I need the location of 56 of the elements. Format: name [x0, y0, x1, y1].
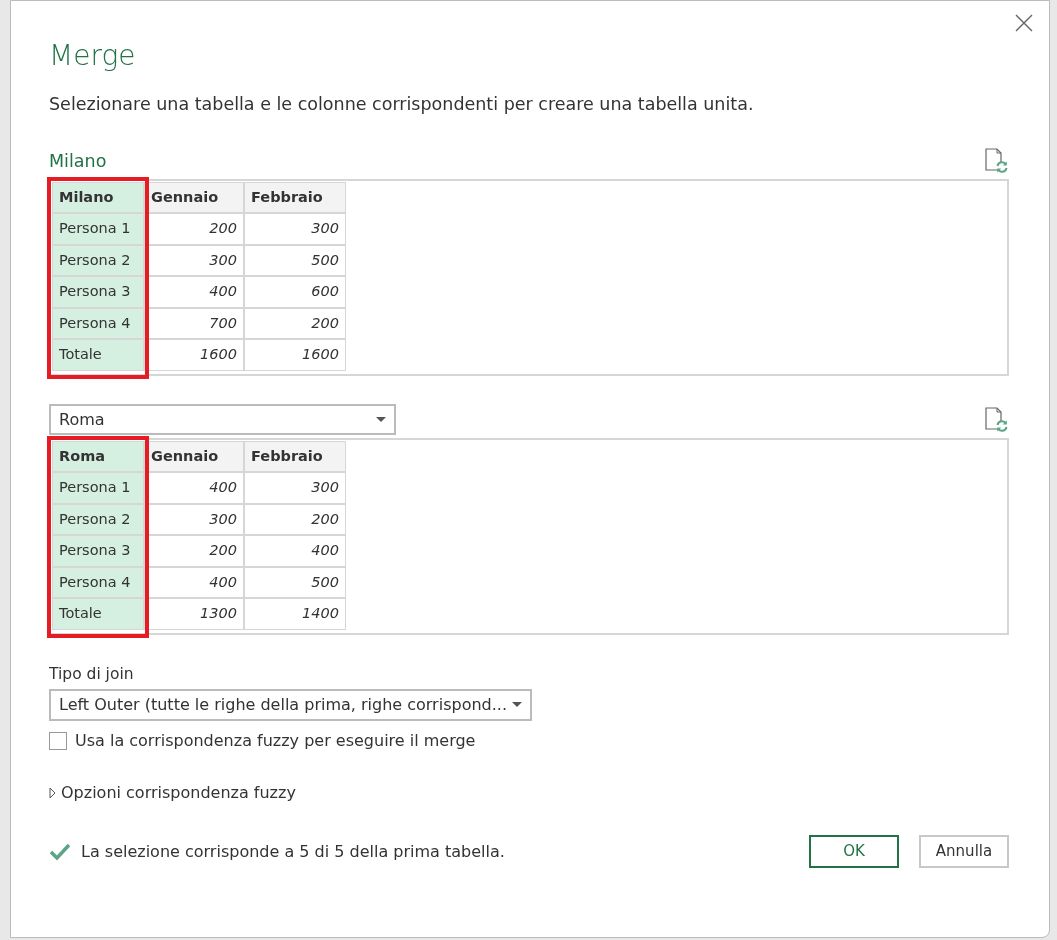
table-cell: 300	[244, 213, 346, 245]
table-cell: Persona 4	[52, 566, 144, 599]
cancel-button[interactable]: Annulla	[919, 835, 1009, 869]
close-icon	[1015, 13, 1033, 32]
collapsed-triangle-icon	[49, 787, 56, 800]
dialog-description: Selezionare una tabella e le colonne corrispondenti per creare una tabella unita.	[49, 92, 755, 116]
table-cell: Persona 2	[52, 244, 144, 277]
column-header[interactable]: Gennaio	[144, 440, 244, 473]
fuzzy-checkbox-label[interactable]: Usa la corrispondenza fuzzy per eseguire il merge	[75, 729, 476, 754]
table-cell: Totale	[52, 339, 144, 371]
table-cell: 300	[144, 503, 244, 536]
table-cell: 400	[144, 276, 244, 308]
refresh-document-icon[interactable]	[985, 406, 1009, 433]
dropdown-caret-icon	[512, 702, 522, 709]
table-cell: 300	[244, 472, 346, 504]
table-cell: 1300	[144, 598, 244, 630]
fuzzy-checkbox[interactable]	[49, 732, 67, 751]
table-cell: 200	[244, 307, 346, 340]
dropdown-caret-icon	[376, 416, 386, 423]
selected-column-highlight[interactable]: Roma Persona 1 Persona 2 Persona 3 Persona 4 Totale	[52, 440, 144, 633]
table-cell: Persona 1	[52, 213, 144, 245]
table-cell: 1600	[144, 339, 244, 371]
table-cell: 700	[144, 307, 244, 340]
table-cell: 1600	[244, 339, 346, 371]
refresh-document-icon[interactable]	[985, 147, 1009, 174]
table-cell: 400	[144, 566, 244, 599]
status-message: La selezione corrisponde a 5 di 5 della prima tabella.	[81, 840, 505, 863]
column-header[interactable]: Roma	[52, 440, 144, 473]
table-cell: Persona 4	[52, 307, 144, 340]
table-cell: 600	[244, 276, 346, 308]
column-header[interactable]: Febbraio	[244, 181, 346, 214]
selected-column-highlight[interactable]: Milano Persona 1 Persona 2 Persona 3 Persona 4 Totale	[52, 181, 144, 374]
table-cell: 200	[144, 535, 244, 567]
table-cell: 400	[144, 472, 244, 504]
table-cell: 200	[244, 503, 346, 536]
table-cell: 1400	[244, 598, 346, 630]
table-cell: 300	[144, 244, 244, 277]
table-cell: Persona 2	[52, 503, 144, 536]
table-cell: 500	[244, 244, 346, 277]
column-header[interactable]: Milano	[52, 181, 144, 214]
table-cell: Persona 1	[52, 472, 144, 504]
table-cell: Totale	[52, 598, 144, 630]
column-header[interactable]: Gennaio	[144, 181, 244, 214]
table-name: Milano	[49, 149, 107, 173]
table-cell: Persona 3	[52, 535, 144, 567]
join-type-label: Tipo di join	[49, 663, 135, 685]
table-dropdown[interactable]: Roma	[49, 404, 396, 436]
ok-button[interactable]: OK	[809, 835, 899, 869]
fuzzy-options-expander[interactable]: Opzioni corrispondenza fuzzy	[49, 781, 296, 806]
table-cell: Persona 3	[52, 276, 144, 308]
table-cell: 200	[144, 213, 244, 245]
table-cell: 500	[244, 566, 346, 599]
column-header[interactable]: Febbraio	[244, 440, 346, 473]
join-type-dropdown[interactable]: Left Outer (tutte le righe della prima, righe corrispond...	[49, 689, 532, 722]
dialog-title: Merge	[49, 39, 137, 73]
table-cell: 400	[244, 535, 346, 567]
